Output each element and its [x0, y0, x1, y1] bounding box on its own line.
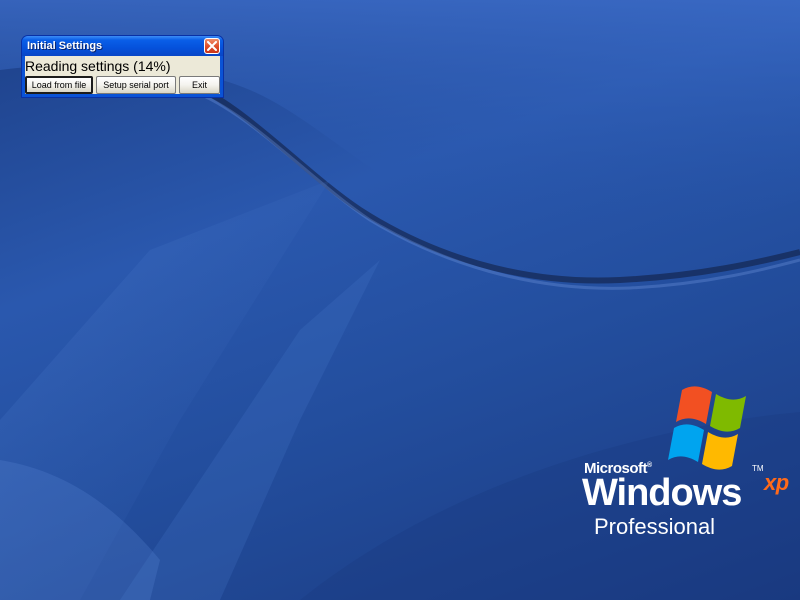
- exit-button[interactable]: Exit: [179, 76, 220, 94]
- xp-wordmark: xp: [764, 470, 789, 495]
- dialog-client-area: Reading settings (14%) Load from file Se…: [25, 56, 220, 94]
- dialog-titlebar[interactable]: Initial Settings: [22, 36, 223, 56]
- edition-label: Professional: [594, 514, 716, 539]
- windows-xp-logo: Microsoft® Windows TM xp Professional: [580, 380, 800, 550]
- windows-flag-icon: [668, 386, 746, 470]
- setup-serial-port-button[interactable]: Setup serial port: [96, 76, 176, 94]
- status-text: Reading settings (14%): [25, 58, 171, 74]
- microsoft-registered-mark: ®: [647, 462, 652, 469]
- dialog-title: Initial Settings: [27, 40, 103, 52]
- desktop: Microsoft® Windows TM xp Professional In…: [0, 0, 800, 600]
- close-icon: [207, 41, 217, 51]
- load-from-file-button[interactable]: Load from file: [25, 76, 93, 94]
- trademark-mark: TM: [752, 464, 764, 473]
- windows-wordmark: Windows: [582, 472, 742, 514]
- initial-settings-dialog: Initial Settings Reading settings (14%) …: [22, 36, 223, 97]
- close-button[interactable]: [204, 38, 220, 54]
